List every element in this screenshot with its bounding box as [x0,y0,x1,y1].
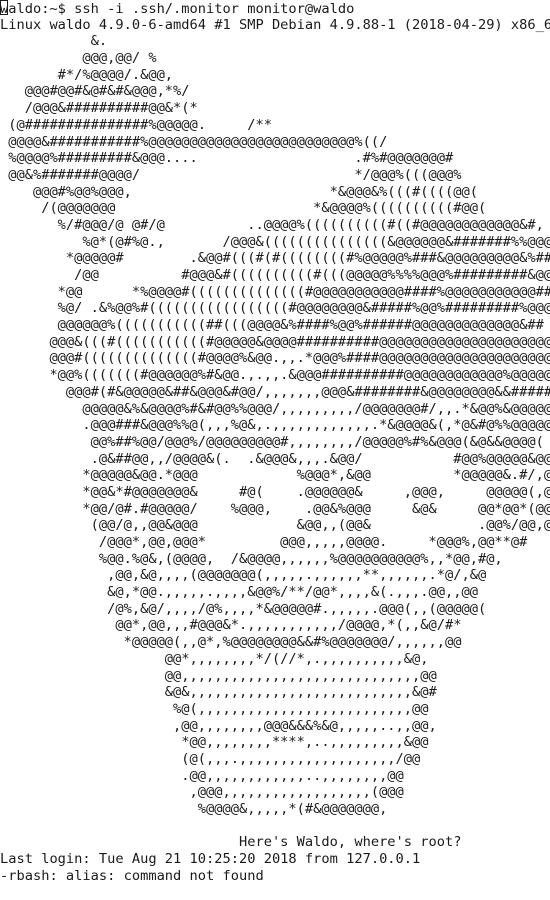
ascii-art-line: %@@.%@&,(@@@@, /&@@@@,,,,,,%@@@@@@@@@@%,… [0,550,503,567]
ascii-art-line: .@@@###&@@@%%@(,,,%@&,.,,,,,,,,,,,,.*&@@… [0,417,550,434]
ascii-art-line: *@@@@@(,,@*,%@@@@@@@@&&#%@@@@@@@/,,,,,,@… [0,634,462,651]
ascii-art-line: *@@ *%@@@@#((((((((((((((#@@@@@@@@@@@###… [0,283,550,300]
ascii-art-line: @@&%#######@@@@/ */@@@%(((@@@% [0,166,462,183]
ascii-art-line: /@@@&##########@@&*(* [0,100,198,117]
command-line: waldo:~$ ssh -i .ssh/.monitor monitor@wa… [0,0,550,17]
ascii-art-line: /(@@@@@@@ *&@@@@%((((((((((#@@( [0,200,487,217]
ascii-art-line: @@@@@@%(((((((((((##(((@@@@&%####%@@%###… [0,317,544,334]
ascii-art-line: (@###############%@@@@@. /** [0,116,272,133]
kernel-info-line: Linux waldo 4.9.0-6-amd64 #1 SMP Debian … [0,16,550,33]
ascii-art-line: *@@@@@# .&@@#(((#(#((((((((#%@@@@@%###&@… [0,250,550,267]
ascii-art: &. @@@,@@/ % #*/%@@@@/.&@@, @@@#@@#&@#&#… [0,33,550,817]
command-text: waldo:~$ ssh -i .ssh/.monitor monitor@wa… [0,1,355,17]
waldo-message: Here's Waldo, where's root? [0,834,462,851]
ascii-art-line: @@*,@@,,,#@@@&*.,,,,,,,,,,,/@@@@,*(,,&@/… [0,617,462,634]
ascii-art-line: @@@#(#&@@@@@&##&@@@&#@@/,,,,,,,@@@&#####… [0,383,550,400]
ascii-art-line: *@@@@@&@@.*@@@ %@@@*,&@@ *@@@@@&.#/,@/ [0,467,550,484]
ascii-art-line: @@,,,,,,,,,,,,,,,,,,,,,,,,,,,,,@@ [0,667,437,684]
ascii-art-line: &@,*@@.,,,,,.,,,,&@@%/**/@@*,,,,&(.,,,.@… [0,584,478,601]
ascii-art-line: %@@@@&,,,,,*(#&@@@@@@@, [0,801,388,817]
ascii-art-line: (@@/@,,@@&@@@ &@@,,(@@& .@@%/@@,@@ [0,517,550,534]
ascii-art-line: &@&,,,,,,,,,,,,,,,,,,,,,,,,,,,&@# [0,684,437,701]
ascii-art-line: %/#@@@/@ @#/@ ..@@@@%((((((((((#((#@@@@@… [0,216,544,233]
ascii-art-line: #*/%@@@@/.&@@, [0,66,174,83]
ascii-art-line: /@@ #@@@&#((((((((((#(((@@@@@%%%%@@@%###… [0,267,550,283]
ascii-art-line: %@(,,,,,,,,,,,,,,,,,,,,,,,,,,@@ [0,700,429,717]
ascii-art-line: @@@@@&%&@@@@%#&#@@%%@@@/,,,,,,,,,/@@@@@@… [0,400,550,417]
ascii-art-line: ,@@,,,,,,,,@@@&&&%&@,,,,,..,,@@, [0,717,437,734]
ascii-art-line: %@*(@#%@., /@@@&(((((((((((((((&@@@@@@&#… [0,233,550,250]
ascii-art-line: ,@@@,,,,,,,,,,,,,,,,,,(@@@ [0,784,404,801]
ascii-art-line: (@(,,,.,,,,,,,,,,,,,,,,,,,/@@ [0,750,421,767]
ascii-art-line: @@@#@@#&@#&#&@@@,*%/ [0,83,190,100]
ascii-art-line: @@@,@@/ % [0,50,157,67]
ascii-art-line: %@/ .&%@@%#(((((((((((((((((#@@@@@@@@&##… [0,300,550,317]
ascii-art-line: .@&##@@,,/@@@@&(. .&@@@&,,,.&@@/ #@@%@@@… [0,450,550,467]
last-login-line: Last login: Tue Aug 21 10:25:20 2018 fro… [0,851,421,868]
ascii-art-line: @@*,,,,,,,,*/(//*,.,,,,,,,,,,&@, [0,650,429,667]
ascii-art-line: *@@/@#.#@@@@@/ %@@@, .@@&%@@@ &@& @@*@@*… [0,500,550,517]
ascii-art-line: /@%,&@/,,,,/@%,,,,*&@@@@@#.,,,,,.@@@(,,(… [0,600,487,617]
ascii-art-line: &. [0,33,108,50]
ascii-art-line: @@%##%@@/@@@%/@@@@@@@@@#,,,,,,,,/@@@@@%#… [0,433,544,450]
ascii-art-line: %@@@@%#########&@@@.... .#%#@@@@@@@# [0,150,454,167]
ascii-art-line: @@@#((((((((((((((#@@@@%&@@.,,.*@@@%####… [0,350,550,367]
ascii-art-line: ,@@,&@,,,,(@@@@@@@(,,,,,.,,,,,,**,,,,,,.… [0,567,487,584]
ascii-art-line: *@@%(((((((#@@@@@@%#&@@.,.,,.&@@@#######… [0,367,550,384]
ascii-art-line: *@@&*#@@@@@@@& #@( .@@@@@@& ,@@@, @@@@@(… [0,483,550,500]
ascii-art-line: /@@@*,@@,@@@* @@@,,,,,@@@@. *@@@%,@@**@# [0,534,528,550]
text-cursor [0,0,8,15]
ascii-art-line: .@@,,,,,,,,,,,,..,,,,,,,,@@ [0,767,404,784]
ascii-art-line: @@@@&###########%@@@@@@@@@@@@@@@@@@@@@@@… [0,133,388,150]
ascii-art-line: @@@&(((#(((((((((((#@@@@@&@@@@##########… [0,333,550,350]
ascii-art-line: *@@,,,,,,,,****,..,,,,,,,,,&@@ [0,734,429,751]
error-line: -rbash: alias: command not found [0,867,264,884]
terminal-window[interactable]: waldo:~$ ssh -i .ssh/.monitor monitor@wa… [0,0,550,900]
ascii-art-line: @@@#%@@%@@@, *&@@@&%(((#((((@@( [0,183,478,200]
